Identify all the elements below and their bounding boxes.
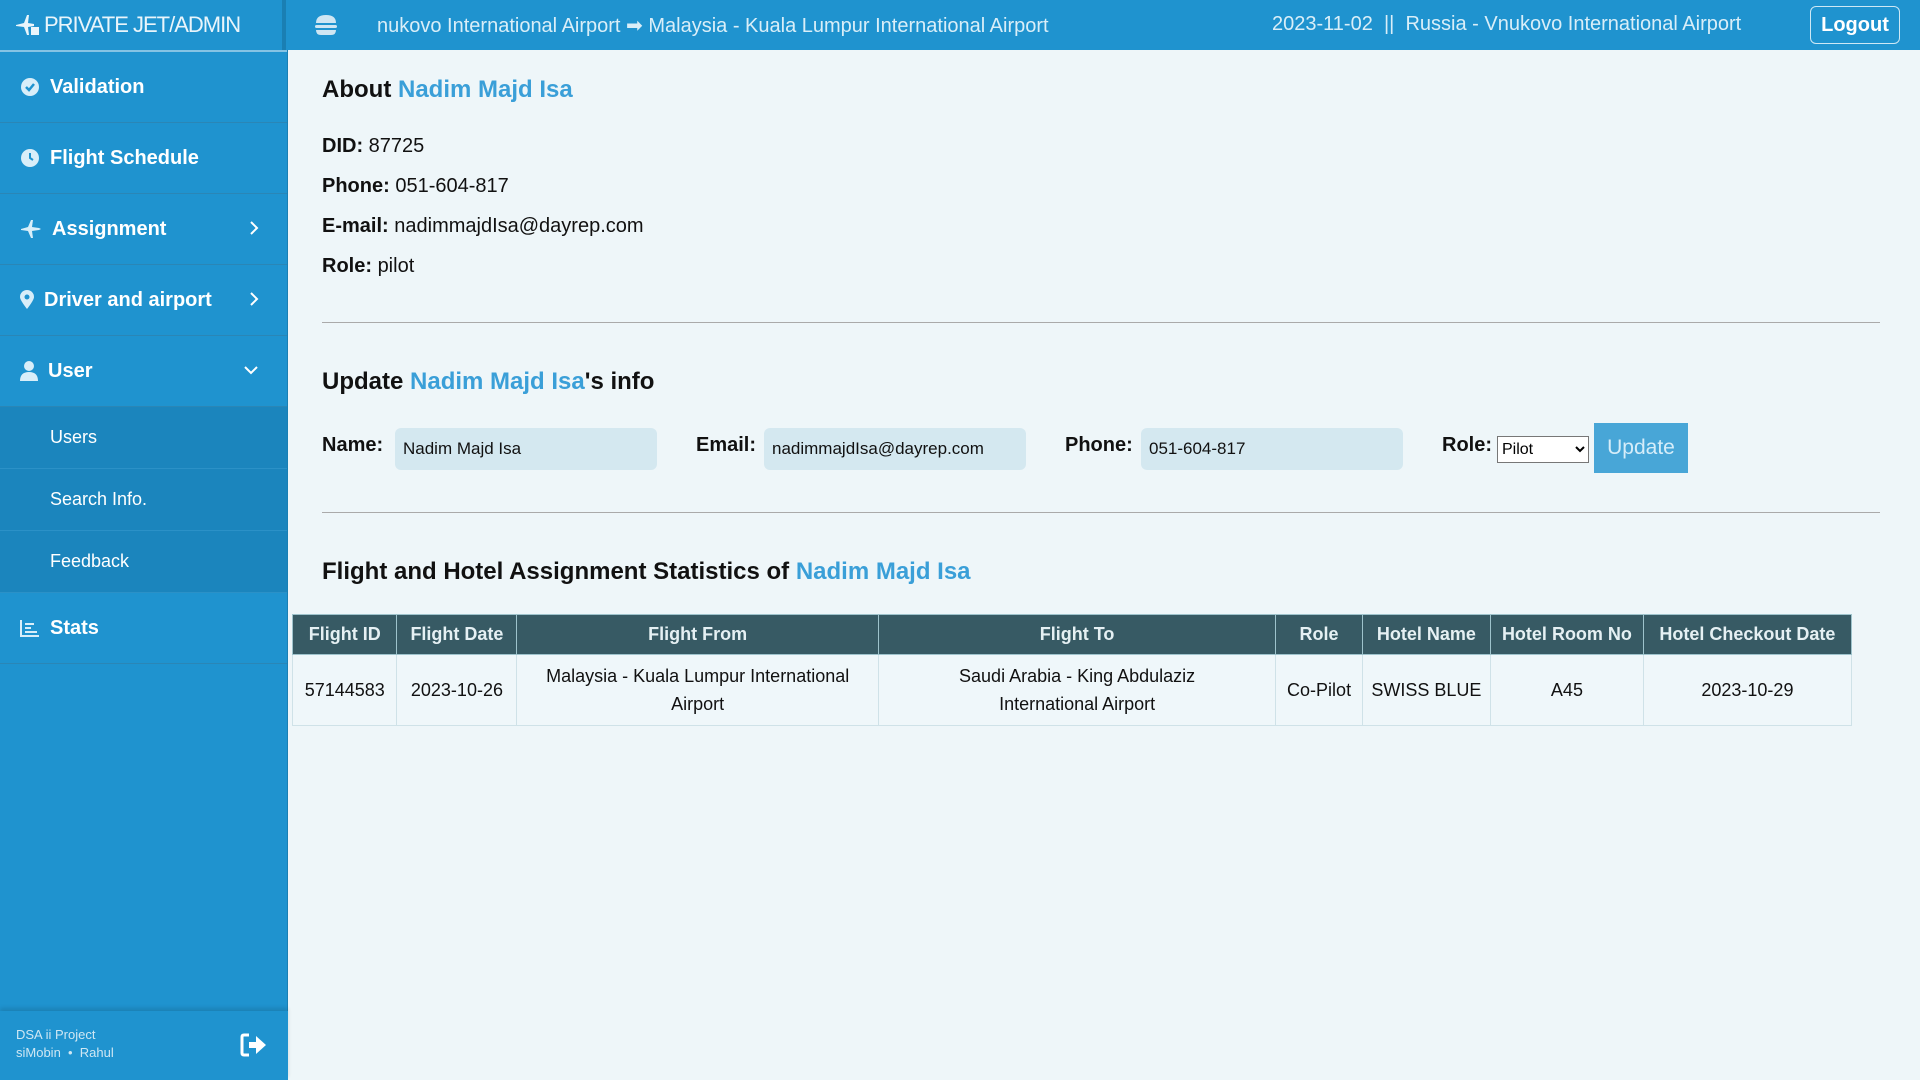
phone-input[interactable] — [1141, 428, 1403, 470]
col-hotel-room: Hotel Room No — [1490, 614, 1644, 655]
cell-hotel-checkout: 2023-10-29 — [1642, 654, 1853, 726]
check-circle-icon — [21, 78, 39, 96]
user-name: Nadim Majd Isa — [397, 76, 573, 103]
user-name: Nadim Majd Isa — [410, 368, 585, 395]
sidebar-item-label: Flight Schedule — [50, 146, 199, 169]
sidebar-item-label: Stats — [50, 616, 99, 639]
table-row: 57144583 2023-10-26 Malaysia - Kuala Lum… — [291, 654, 1853, 726]
sidebar-item-label: User — [48, 359, 93, 382]
separator: || — [1383, 13, 1395, 35]
role-row: Role: pilot — [322, 255, 414, 278]
update-button[interactable]: Update — [1594, 423, 1688, 473]
current-location: Russia - Vnukovo International Airport — [1405, 13, 1742, 35]
phone-label: Phone: — [322, 175, 390, 197]
sidebar: Validation Flight Schedule Assignment Dr… — [0, 50, 288, 1080]
did-value: 87725 — [368, 135, 425, 157]
phone-row: Phone: 051-604-817 — [322, 175, 509, 198]
user-name: Nadim Majd Isa — [795, 558, 971, 585]
email-label: E-mail: — [322, 215, 389, 237]
update-suffix: 's info — [584, 368, 655, 395]
col-flight-id: Flight ID — [291, 614, 398, 655]
about-title: About Nadim Majd Isa — [322, 76, 573, 104]
email-label: Email: — [696, 434, 757, 456]
sidebar-subitem-users[interactable]: Users — [0, 407, 287, 469]
email-value: nadimmajdIsa@dayrep.com — [394, 215, 644, 237]
sidebar-item-label: Driver and airport — [44, 288, 212, 311]
cell-flight-id: 57144583 — [291, 654, 398, 726]
sidebar-item-validation[interactable]: Validation — [0, 52, 287, 123]
sidebar-footer: DSA ii Project siMobin • Rahul — [0, 1011, 288, 1080]
update-form: Name: Email: Phone: Role: Pilot Update — [322, 420, 1882, 473]
chart-icon — [20, 620, 39, 637]
chevron-right-icon — [250, 292, 259, 306]
did-row: DID: 87725 — [322, 135, 424, 158]
cell-flight-date: 2023-10-26 — [396, 654, 518, 726]
cell-hotel-room: A45 — [1490, 654, 1644, 726]
col-flight-date: Flight Date — [396, 614, 518, 655]
sidebar-item-label: Assignment — [52, 217, 167, 240]
cell-flight-from: Malaysia - Kuala Lumpur International Ai… — [516, 654, 879, 726]
col-role: Role — [1275, 614, 1363, 655]
col-hotel-name: Hotel Name — [1361, 614, 1492, 655]
sidebar-subitem-search-info[interactable]: Search Info. — [0, 469, 287, 531]
date-location: 2023-11-02 || Russia - Vnukovo Internati… — [1272, 13, 1770, 36]
chevron-down-icon — [244, 366, 258, 375]
brand[interactable]: PRIVATE JET/ADMIN — [0, 0, 286, 50]
divider — [322, 322, 1880, 323]
phone-label: Phone: — [1065, 434, 1133, 456]
phone-value: 051-604-817 — [395, 175, 509, 197]
user-icon — [20, 361, 38, 381]
current-date: 2023-11-02 — [1272, 13, 1373, 35]
cell-role: Co-Pilot — [1275, 654, 1363, 726]
stats-prefix: Flight and Hotel Assignment Statistics o… — [322, 558, 796, 585]
clock-icon — [21, 149, 39, 167]
logout-button[interactable]: Logout — [1810, 6, 1900, 44]
stats-title: Flight and Hotel Assignment Statistics o… — [322, 558, 971, 586]
sidebar-subitem-feedback[interactable]: Feedback — [0, 531, 287, 593]
role-label: Role: — [1442, 434, 1492, 456]
table-header-row: Flight ID Flight Date Flight From Flight… — [291, 614, 1853, 655]
cell-flight-to: Saudi Arabia - King Abdulaziz Internatio… — [877, 654, 1277, 726]
role-label: Role: — [322, 255, 372, 277]
map-pin-icon — [20, 290, 34, 309]
route-ticker: nukovo International Airport ➡ Malaysia … — [377, 15, 1049, 37]
email-row: E-mail: nadimmajdIsa@dayrep.com — [322, 215, 644, 238]
about-prefix: About — [322, 76, 398, 103]
sidebar-item-user[interactable]: User — [0, 336, 287, 407]
did-label: DID: — [322, 135, 364, 157]
brand-title: PRIVATE JET/ADMIN — [44, 12, 241, 37]
sidebar-item-assignment[interactable]: Assignment — [0, 194, 287, 265]
plane-lock-icon — [16, 15, 39, 35]
update-title: Update Nadim Majd Isa's info — [322, 368, 654, 396]
burger-icon[interactable] — [314, 14, 338, 36]
role-select[interactable]: Pilot — [1497, 436, 1589, 463]
col-flight-from: Flight From — [516, 614, 879, 655]
sidebar-item-flight-schedule[interactable]: Flight Schedule — [0, 123, 287, 194]
cell-hotel-name: SWISS BLUE — [1361, 654, 1492, 726]
chevron-right-icon — [250, 221, 259, 235]
sidebar-item-label: Validation — [50, 75, 145, 98]
update-prefix: Update — [322, 368, 411, 395]
sidebar-item-driver-and-airport[interactable]: Driver and airport — [0, 265, 287, 336]
sign-out-icon[interactable] — [240, 1033, 268, 1057]
role-value: pilot — [377, 255, 415, 277]
name-input[interactable] — [395, 428, 657, 470]
divider — [322, 512, 1880, 513]
name-label: Name: — [322, 434, 384, 456]
top-bar: PRIVATE JET/ADMIN nukovo International A… — [0, 0, 1920, 50]
col-flight-to: Flight To — [877, 614, 1277, 655]
col-hotel-checkout: Hotel Checkout Date — [1642, 614, 1853, 655]
sidebar-item-stats[interactable]: Stats — [0, 593, 287, 664]
assignment-table: Flight ID Flight Date Flight From Flight… — [291, 614, 1853, 726]
plane-icon — [21, 220, 41, 238]
email-input[interactable] — [764, 428, 1026, 470]
